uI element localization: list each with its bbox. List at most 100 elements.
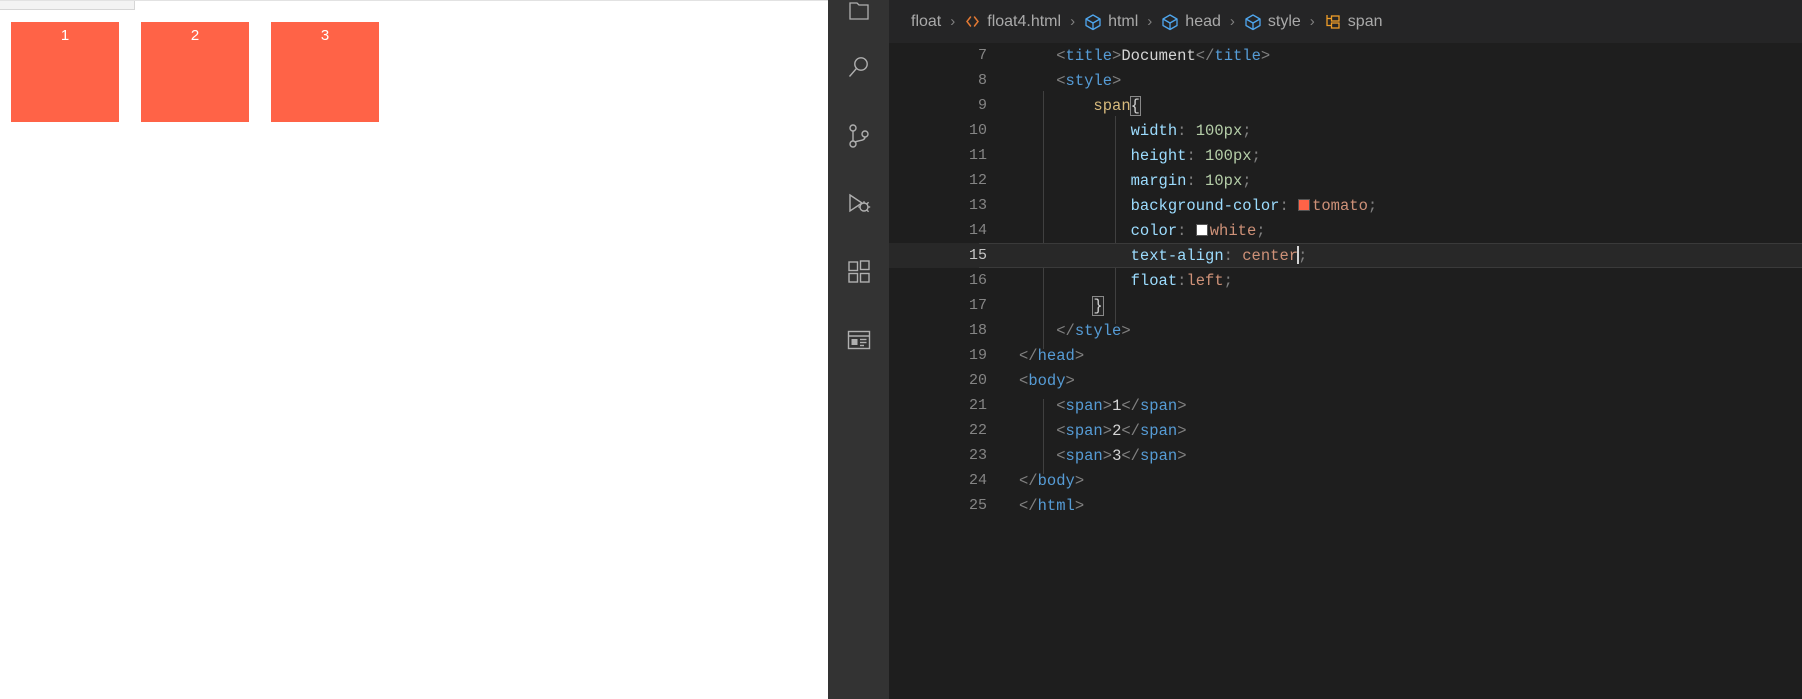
code-line[interactable]: 11 height: 100px;	[889, 143, 1802, 168]
line-content: float:left;	[1130, 271, 1233, 290]
search-icon	[846, 55, 872, 81]
color-swatch-white[interactable]	[1195, 223, 1208, 236]
line-content: <span>1</span>	[1056, 396, 1187, 415]
line-number: 9	[977, 97, 987, 114]
code-line[interactable]: 22 <span>2</span>	[889, 418, 1802, 443]
float-box: 1	[11, 22, 119, 122]
float-box: 2	[141, 22, 249, 122]
line-content: </head>	[1019, 346, 1085, 365]
token-value: left	[1186, 271, 1224, 290]
code-line[interactable]: 24 </body>	[889, 468, 1802, 493]
token-property: color	[1130, 221, 1178, 240]
token-selector: span	[1093, 96, 1131, 115]
code-line[interactable]: 13 background-color: tomato;	[889, 193, 1802, 218]
token-property: background-color	[1130, 196, 1280, 215]
activity-bar-item-extensions[interactable]	[828, 238, 889, 306]
source-control-icon	[846, 123, 872, 149]
token-text: Document	[1121, 46, 1196, 65]
line-number: 24	[968, 472, 987, 489]
line-content: height: 100px;	[1130, 146, 1261, 165]
token-property: width	[1130, 121, 1178, 140]
editor-column: float › float4.html › html › head › styl…	[889, 0, 1802, 699]
token-brace-close: }	[1092, 295, 1104, 316]
token-tag: title	[1065, 46, 1113, 65]
code-line[interactable]: 20 <body>	[889, 368, 1802, 393]
breadcrumb-separator: ›	[1147, 13, 1153, 30]
line-content: </html>	[1019, 496, 1085, 515]
preview-toolbar	[0, 1, 135, 10]
line-number: 8	[977, 72, 987, 89]
breadcrumb-separator: ›	[1229, 13, 1235, 30]
breadcrumb-item-style[interactable]: style	[1244, 13, 1301, 31]
breadcrumb-label: style	[1267, 12, 1301, 30]
code-line[interactable]: 8 <style>	[889, 68, 1802, 93]
line-number: 19	[968, 347, 987, 364]
code-line[interactable]: 18 </style>	[889, 318, 1802, 343]
line-content: span{	[1003, 95, 1802, 116]
code-line[interactable]: 17 }	[889, 293, 1802, 318]
line-number: 22	[968, 422, 987, 439]
token-value: white	[1209, 221, 1257, 240]
breadcrumb-separator: ›	[1070, 13, 1076, 30]
line-content: </body>	[1019, 471, 1085, 490]
line-content: }	[1003, 295, 1802, 316]
token-value: tomato	[1312, 196, 1368, 215]
breadcrumb-item-span[interactable]: span	[1324, 13, 1383, 31]
line-content: <style>	[1056, 71, 1122, 90]
breadcrumb-label: float	[911, 12, 942, 30]
token-property: height	[1130, 146, 1187, 165]
code-line[interactable]: 12 margin: 10px;	[889, 168, 1802, 193]
code-line[interactable]: 16 float:left;	[889, 268, 1802, 293]
token-value: 100px	[1205, 146, 1252, 165]
code-line-active[interactable]: 15 text-align: center;	[889, 243, 1802, 268]
activity-bar-item-source-control[interactable]	[828, 102, 889, 170]
remote-explorer-icon	[846, 327, 872, 353]
code-editor[interactable]: 7 <title>Document</title> 8 <style> 9 sp…	[889, 43, 1802, 699]
breadcrumb-separator: ›	[950, 13, 956, 30]
activity-bar-item-remote-explorer[interactable]	[828, 306, 889, 374]
code-line[interactable]: 10 width: 100px;	[889, 118, 1802, 143]
activity-bar-item-run-and-debug[interactable]	[828, 170, 889, 238]
line-number: 21	[968, 397, 987, 414]
vscode-window: float › float4.html › html › head › styl…	[828, 0, 1802, 699]
line-number: 11	[968, 147, 987, 164]
activity-bar	[828, 0, 889, 699]
line-number: 16	[968, 272, 987, 289]
color-swatch-tomato[interactable]	[1298, 198, 1311, 211]
code-line[interactable]: 9 span{	[889, 93, 1802, 118]
breadcrumb-label: float4.html	[987, 12, 1062, 30]
token-value: 100px	[1195, 121, 1243, 140]
extensions-icon	[846, 259, 872, 285]
code-line[interactable]: 23 <span>3</span>	[889, 443, 1802, 468]
line-number: 13	[968, 197, 987, 214]
breadcrumb-item-html[interactable]: html	[1084, 13, 1138, 31]
code-line[interactable]: 14 color: white;	[889, 218, 1802, 243]
token-property: text-align	[1130, 247, 1224, 265]
activity-bar-item-explorer[interactable]	[828, 0, 889, 34]
token-text: 2	[1112, 421, 1122, 440]
code-line[interactable]: 25 </html>	[889, 493, 1802, 518]
line-number: 18	[968, 322, 987, 339]
line-content: background-color: tomato;	[1130, 196, 1378, 215]
breadcrumb-item-head[interactable]: head	[1161, 13, 1221, 31]
line-content: <title>Document</title>	[1056, 46, 1271, 65]
line-content: </style>	[1056, 321, 1131, 340]
breadcrumb-item-file[interactable]: float4.html	[964, 13, 1061, 31]
breadcrumb: float › float4.html › html › head › styl…	[889, 0, 1802, 43]
symbol-module-icon	[1161, 13, 1179, 31]
token-property: float	[1130, 271, 1178, 290]
line-number: 25	[968, 497, 987, 514]
browser-preview-pane: 1 2 3	[0, 0, 828, 699]
breadcrumb-separator: ›	[1309, 13, 1315, 30]
html-file-icon	[964, 13, 981, 30]
breadcrumb-item-folder[interactable]: float	[911, 13, 941, 31]
line-content: text-align: center;	[1130, 246, 1308, 265]
line-number: 12	[968, 172, 987, 189]
code-line[interactable]: 19 </head>	[889, 343, 1802, 368]
token-brace-open: {	[1129, 95, 1141, 116]
code-line[interactable]: 21 <span>1</span>	[889, 393, 1802, 418]
explorer-icon	[847, 0, 871, 24]
code-line[interactable]: 7 <title>Document</title>	[889, 43, 1802, 68]
line-number: 10	[968, 122, 987, 139]
activity-bar-item-search[interactable]	[828, 34, 889, 102]
